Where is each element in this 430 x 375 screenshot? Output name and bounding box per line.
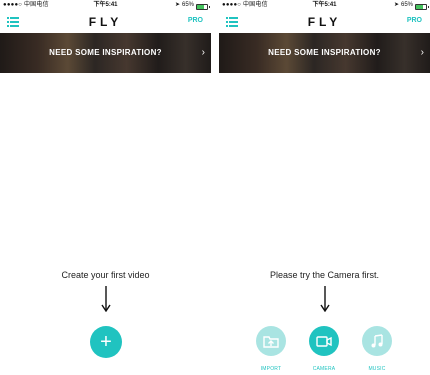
music-label: MUSIC <box>368 366 386 372</box>
right-phone-screen: ●●●●○ 中国电信 下午5:41 ➤ 65% FLY PRO NEED SOM… <box>219 0 430 375</box>
create-video-prompt: Create your first video <box>61 270 150 280</box>
nav-bar: FLY PRO <box>219 11 430 33</box>
import-label: IMPORT <box>260 366 282 372</box>
down-arrow-icon <box>100 286 111 312</box>
status-bar: ●●●●○ 中国电信 下午5:41 ➤ 65% <box>219 0 430 11</box>
status-right-icons: ➤ 65% <box>174 0 210 11</box>
down-arrow-icon <box>319 286 330 312</box>
chevron-right-icon: › <box>420 47 424 58</box>
location-icon: ➤ <box>393 2 399 8</box>
battery-percent: 65% <box>400 2 413 8</box>
battery-percent: 65% <box>181 2 194 8</box>
left-phone-screen: ●●●●○ 中国电信 下午5:41 ➤ 65% FLY PRO NEED SOM… <box>0 0 211 375</box>
app-logo: FLY <box>307 15 342 29</box>
import-button[interactable] <box>256 326 286 356</box>
pro-button[interactable]: PRO <box>188 17 203 24</box>
banner-title: NEED SOME INSPIRATION? <box>49 48 162 57</box>
location-icon: ➤ <box>174 2 180 8</box>
status-right-icons: ➤ 65% <box>393 0 429 11</box>
battery-icon <box>196 3 210 10</box>
music-button[interactable] <box>362 326 392 356</box>
camera-label: CAMERA <box>312 366 336 372</box>
folder-icon <box>263 336 279 348</box>
music-icon <box>371 334 383 348</box>
status-bar: ●●●●○ 中国电信 下午5:41 ➤ 65% <box>0 0 211 11</box>
app-logo: FLY <box>88 15 123 29</box>
nav-bar: FLY PRO <box>0 11 211 33</box>
battery-icon <box>415 3 429 10</box>
pro-button[interactable]: PRO <box>407 17 422 24</box>
chevron-right-icon: › <box>201 47 205 58</box>
inspiration-banner[interactable]: NEED SOME INSPIRATION? › <box>0 33 211 73</box>
inspiration-banner[interactable]: NEED SOME INSPIRATION? › <box>219 33 430 73</box>
banner-title: NEED SOME INSPIRATION? <box>268 48 381 57</box>
add-video-button[interactable]: + <box>90 326 122 358</box>
camera-button[interactable] <box>309 326 339 356</box>
camera-icon <box>316 336 332 347</box>
try-camera-prompt: Please try the Camera first. <box>269 270 380 280</box>
